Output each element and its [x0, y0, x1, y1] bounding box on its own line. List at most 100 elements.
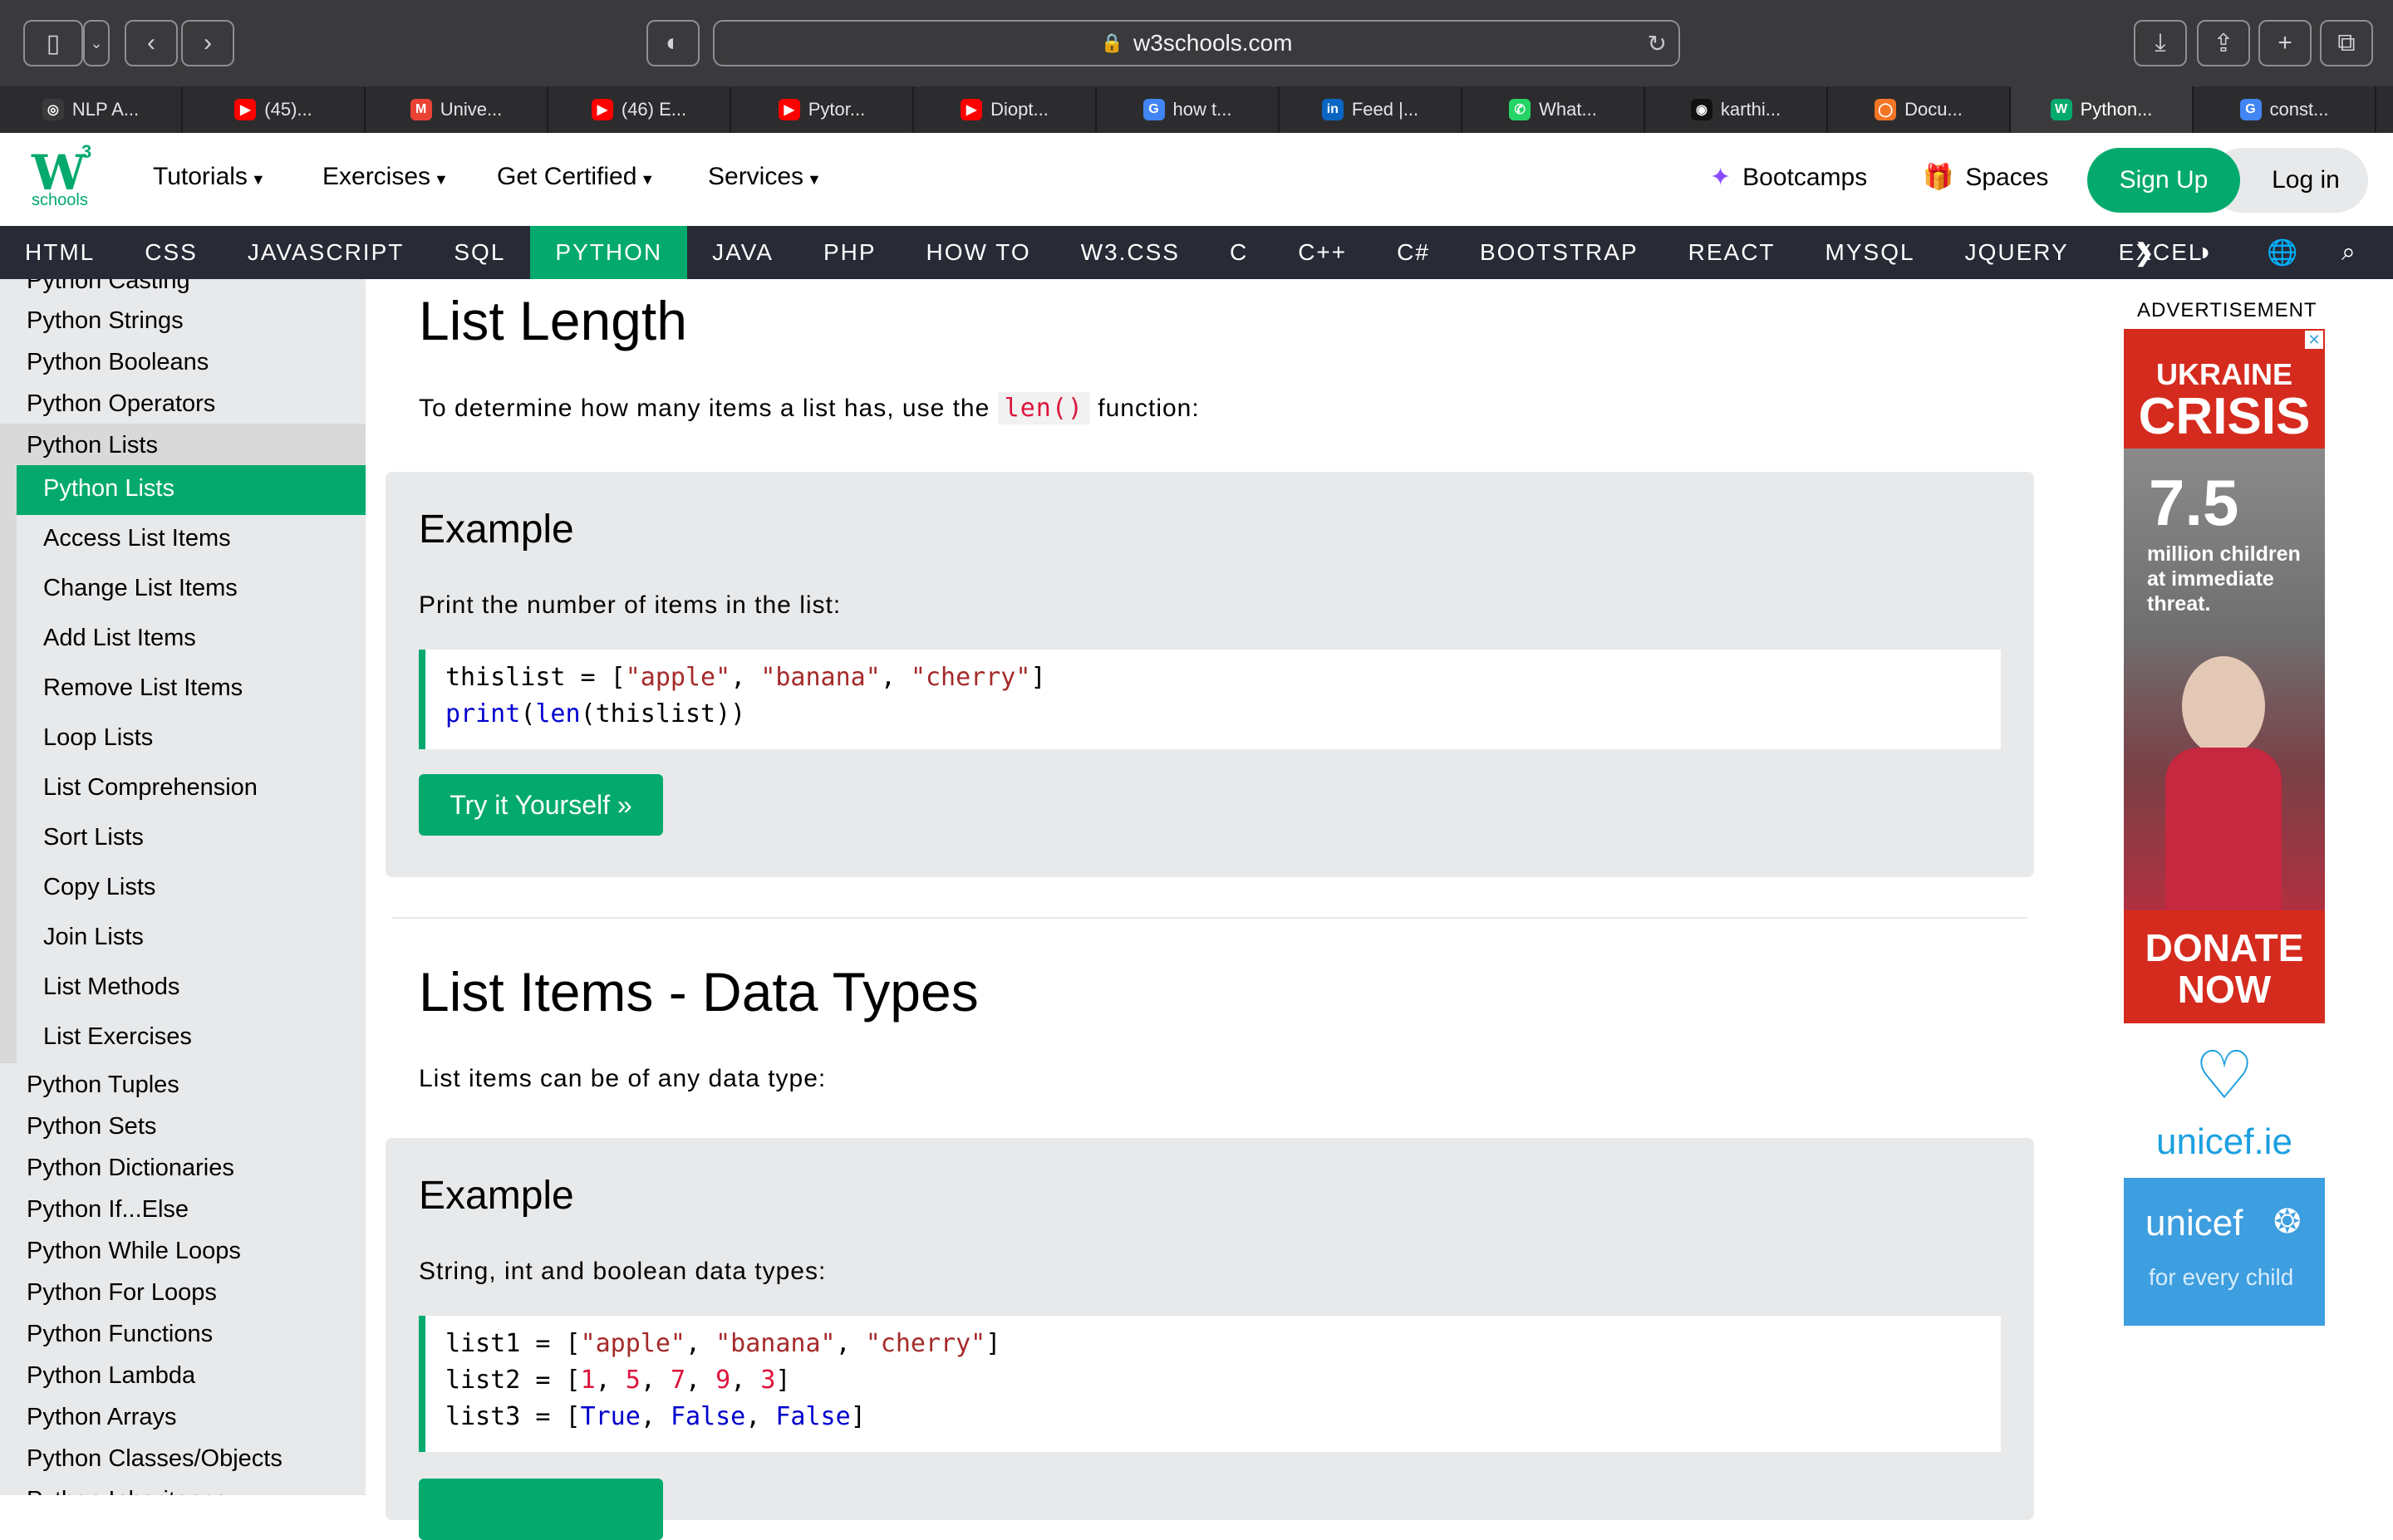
browser-tab[interactable]: ✆ What... [1462, 86, 1645, 133]
ad-child-coat [2165, 748, 2282, 910]
code-line: thislist = ["apple", "banana", "cherry"] [445, 663, 1046, 692]
chevron-down-icon[interactable]: ⌄ [83, 20, 110, 66]
sidebar-subitem[interactable]: Python Lists [43, 475, 174, 503]
menu-exercises[interactable]: Exercises ▼ [322, 163, 449, 191]
sidebar-item[interactable]: Python Classes/Objects [27, 1445, 283, 1473]
sidebar-item[interactable]: Python Lambda [27, 1362, 195, 1390]
forward-button[interactable]: › [181, 20, 234, 66]
tab-favicon-icon: W [2050, 99, 2072, 120]
sidebar-toggle-icon[interactable]: ▯ [23, 20, 83, 66]
subnav-item-html[interactable]: HTML [0, 226, 120, 279]
browser-tab[interactable]: Ghow t... [1097, 86, 1280, 133]
sidebar-item[interactable]: Python Operators [27, 390, 215, 418]
sidebar-item[interactable]: Python Arrays [27, 1404, 177, 1431]
unicef-brand-panel[interactable]: unicef ❂ for every child [2124, 1178, 2325, 1326]
try-it-yourself-button[interactable]: Try it Yourself » [419, 774, 663, 836]
subnav-item-w3-css[interactable]: W3.CSS [1056, 226, 1205, 279]
chevron-right-icon[interactable]: ❯ [2134, 226, 2155, 279]
subnav-item-c-[interactable]: C++ [1273, 226, 1372, 279]
subnav-item-sql[interactable]: SQL [429, 226, 530, 279]
privacy-shield-icon[interactable]: ◐ [646, 20, 700, 66]
browser-tab[interactable]: Gconst... [2194, 86, 2376, 133]
subnav-item-php[interactable]: PHP [798, 226, 902, 279]
sidebar-subitem[interactable]: Join Lists [43, 924, 144, 951]
signup-button[interactable]: Sign Up [2087, 148, 2240, 213]
bootcamps-link[interactable]: ✦ Bootcamps [1710, 163, 1867, 192]
browser-tab[interactable]: M Unive... [366, 86, 548, 133]
globe-icon[interactable]: 🌐 [2267, 226, 2297, 279]
browser-tab[interactable]: ▶ (46) E... [548, 86, 731, 133]
ad-close-icon[interactable]: ✕ [2305, 331, 2323, 349]
subnav-item-python[interactable]: PYTHON [530, 226, 688, 279]
tab-favicon-icon: ◎ [42, 99, 64, 120]
spaces-link[interactable]: 🎁 Spaces [1923, 163, 2048, 192]
code-line: list2 = [1, 5, 7, 9, 3] [445, 1366, 791, 1395]
browser-tab[interactable]: W Python... [2011, 86, 2194, 133]
browser-tab[interactable]: ▶ Diopt... [914, 86, 1097, 133]
browser-tab[interactable]: ◎ NLP A... [0, 86, 183, 133]
browser-tab[interactable]: ◯ Docu... [1828, 86, 2011, 133]
bootcamps-label: Bootcamps [1742, 164, 1868, 191]
sidebar-item[interactable]: Python Tuples [27, 1072, 179, 1099]
downloads-icon[interactable]: ⤓ [2134, 20, 2187, 66]
logo-superscript: 3 [81, 141, 92, 162]
sidebar-item[interactable]: Python While Loops [27, 1238, 241, 1265]
sidebar-item[interactable]: Python Dictionaries [27, 1155, 234, 1182]
menu-services[interactable]: Services ▼ [708, 163, 822, 191]
sidebar-subitem[interactable]: Add List Items [43, 625, 196, 652]
sidebar-subitem[interactable]: List Comprehension [43, 774, 258, 802]
back-button[interactable]: ‹ [125, 20, 178, 66]
sidebar-item[interactable]: Python Inheritance [27, 1487, 228, 1495]
browser-tab[interactable]: ▶ (45)... [183, 86, 366, 133]
sidebar-subitem[interactable]: Loop Lists [43, 724, 153, 752]
sidebar-item[interactable]: Python If...Else [27, 1196, 189, 1224]
subnav-item-bootstrap[interactable]: BOOTSTRAP [1455, 226, 1663, 279]
reload-icon[interactable]: ↻ [1648, 30, 1667, 57]
sidebar-item[interactable]: Python For Loops [27, 1279, 217, 1307]
menu-exercises-label: Exercises [322, 163, 431, 190]
sidebar-item[interactable]: Python Strings [27, 307, 184, 335]
subnav-item-mysql[interactable]: MYSQL [1801, 226, 1940, 279]
sidebar-subitem[interactable]: List Exercises [43, 1023, 192, 1051]
code-line: print(len(thislist)) [445, 699, 746, 728]
ad-donate-panel[interactable]: DONATE NOW [2124, 910, 2325, 1023]
share-icon[interactable]: ⇪ [2197, 20, 2250, 66]
subnav-item-react[interactable]: REACT [1663, 226, 1801, 279]
subnav-item-c-[interactable]: C# [1372, 226, 1455, 279]
subnav-item-javascript[interactable]: JAVASCRIPT [223, 226, 430, 279]
sidebar-item[interactable]: Python Functions [27, 1321, 213, 1348]
sidebar-item[interactable]: Python Casting [27, 279, 190, 295]
menu-get-certified[interactable]: Get Certified ▼ [497, 163, 655, 191]
tab-label: Docu... [1904, 99, 1963, 120]
intro-text-end: function: [1089, 395, 1200, 422]
subnav-item-how-to[interactable]: HOW TO [902, 226, 1056, 279]
sidebar-subitem[interactable]: Change List Items [43, 575, 238, 602]
address-bar[interactable]: 🔒 w3schools.com ↻ [713, 20, 1680, 66]
new-tab-button[interactable]: + [2258, 20, 2312, 66]
unicef-site-panel[interactable]: ♡ unicef.ie [2124, 1023, 2325, 1178]
tab-overview-icon[interactable]: ⧉ [2320, 20, 2373, 66]
dark-mode-icon[interactable]: ◑ [2195, 226, 2210, 279]
sidebar-subitem[interactable]: Remove List Items [43, 674, 243, 702]
menu-tutorials[interactable]: Tutorials ▼ [153, 163, 266, 191]
tab-label: how t... [1172, 99, 1232, 120]
url-text: w3schools.com [1133, 30, 1293, 56]
subnav-item-c[interactable]: C [1205, 226, 1273, 279]
tab-label: Python... [2080, 99, 2153, 120]
subnav-item-java[interactable]: JAVA [687, 226, 798, 279]
search-icon[interactable]: ⌕ [2341, 226, 2356, 279]
tab-label: Pytor... [808, 99, 866, 120]
sidebar-item[interactable]: Python Lists [27, 432, 158, 459]
sidebar-subitem[interactable]: Sort Lists [43, 824, 144, 851]
subnav-item-css[interactable]: CSS [120, 226, 223, 279]
browser-tab[interactable]: ▶ Pytor... [731, 86, 914, 133]
sidebar-subitem[interactable]: List Methods [43, 974, 179, 1001]
sidebar-subitem[interactable]: Access List Items [43, 525, 231, 552]
sidebar-item[interactable]: Python Sets [27, 1113, 156, 1140]
sidebar-subitem[interactable]: Copy Lists [43, 874, 155, 901]
subnav-item-jquery[interactable]: JQUERY [1940, 226, 2094, 279]
try-it-yourself-button[interactable] [419, 1479, 663, 1540]
browser-tab[interactable]: in Feed |... [1280, 86, 1462, 133]
sidebar-item[interactable]: Python Booleans [27, 349, 209, 376]
browser-tab[interactable]: ◉ karthi... [1645, 86, 1828, 133]
